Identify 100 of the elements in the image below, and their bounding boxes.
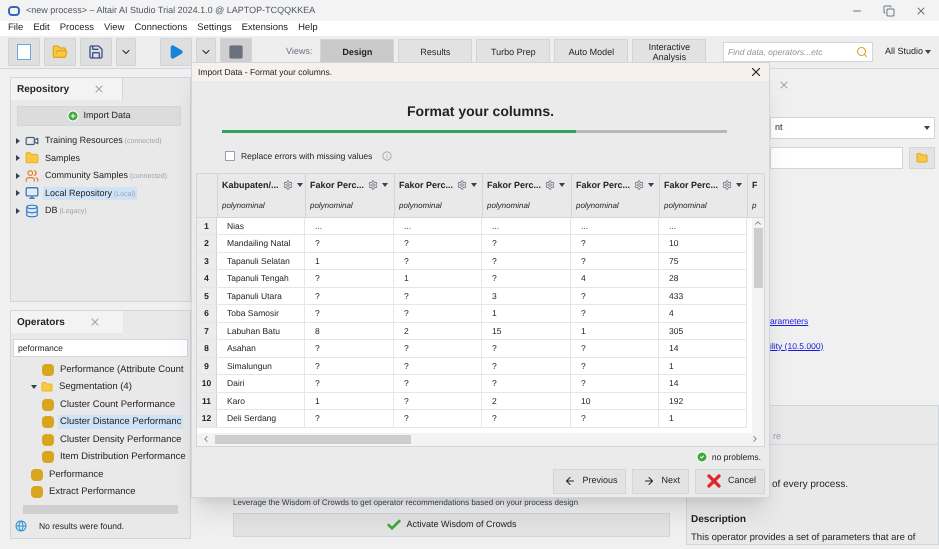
row-number: 3 [197, 252, 217, 270]
table-cell: 1 [659, 358, 747, 374]
gear-icon[interactable] [545, 180, 556, 190]
collapsed-arrow-icon[interactable] [15, 155, 21, 162]
table-cell: Tapanuli Utara [217, 288, 305, 304]
app-logo-icon [8, 6, 20, 16]
row-number: 2 [197, 235, 217, 252]
menu-item[interactable]: Help [298, 21, 318, 36]
menu-item[interactable]: File [8, 21, 24, 36]
column-header[interactable]: Fakor Perc... polynominal [571, 174, 659, 217]
tree-item[interactable]: Segmentation (4) [57, 380, 134, 394]
scope-dropdown[interactable]: All Studio [884, 45, 931, 59]
monitor-icon [25, 186, 39, 200]
status-text: no problems. [712, 450, 761, 464]
table-cell: ? [305, 288, 394, 304]
save-button[interactable] [80, 38, 112, 66]
expanded-arrow-icon[interactable] [31, 384, 37, 390]
table-cell: ? [571, 375, 659, 392]
gear-icon[interactable] [634, 180, 644, 190]
table-cell: 28 [659, 270, 747, 287]
table-cell: ... [305, 218, 394, 234]
cancel-button[interactable]: Cancel [694, 468, 765, 494]
table-cell: 1 [305, 392, 394, 410]
table-cell: ? [571, 235, 659, 252]
table-cell: Asahan [217, 340, 305, 357]
scroll-thumb[interactable] [754, 228, 762, 288]
menu-item[interactable]: View [104, 21, 124, 36]
import-data-button[interactable]: Import Data [17, 106, 181, 126]
description-text: This operator provides a set of parameters that are of [690, 530, 916, 544]
caret-icon[interactable] [648, 182, 654, 188]
activate-wisdom-button[interactable]: Activate Wisdom of Crowds [233, 513, 670, 537]
collapsed-arrow-icon[interactable] [15, 190, 21, 196]
column-type: polynominal [310, 200, 354, 212]
checkbox[interactable] [225, 151, 235, 162]
tree-item[interactable]: Performance (Attribute Count [58, 362, 186, 377]
caret-icon[interactable] [296, 182, 303, 188]
tree-item[interactable]: Cluster Distance Performanc [58, 415, 184, 430]
link[interactable]: arameters [770, 315, 935, 328]
tree-item[interactable]: Cluster Count Performance [58, 398, 178, 412]
checkbox-label: Replace errors with missing values [241, 150, 372, 163]
gear-icon[interactable] [722, 180, 732, 190]
previous-button[interactable]: Previous [553, 468, 626, 494]
row-number: 12 [197, 410, 217, 427]
panel-title: Repository [17, 82, 70, 96]
tree-item[interactable]: Cluster Density Performance [58, 432, 184, 447]
caret-icon[interactable] [736, 182, 742, 188]
tree-item[interactable]: Extract Performance [47, 485, 138, 500]
collapsed-arrow-icon[interactable] [15, 172, 21, 179]
table-cell: ? [571, 252, 659, 270]
column-header[interactable]: Fakor Perc... polynominal [659, 174, 747, 217]
menu-item[interactable]: Settings [197, 21, 232, 36]
table-cell: 4 [571, 270, 659, 287]
table-cell: ? [482, 358, 571, 374]
column-header[interactable]: Fakor Perc... polynominal [394, 174, 482, 217]
gear-icon[interactable] [282, 180, 293, 190]
tree-item[interactable]: Item Distribution Performance [58, 450, 188, 464]
scroll-thumb[interactable] [215, 434, 411, 444]
new-process-button[interactable] [8, 38, 40, 66]
panel-tab[interactable]: Operators [11, 311, 123, 333]
table-cell: ? [394, 410, 482, 427]
menu-item[interactable]: Connections [134, 21, 188, 36]
column-header[interactable]: F p [747, 174, 757, 217]
caret-icon[interactable] [471, 182, 478, 188]
next-button[interactable]: Next [632, 468, 689, 494]
file-field[interactable] [770, 147, 903, 169]
gear-icon[interactable] [457, 180, 468, 190]
collapsed-arrow-icon[interactable] [15, 138, 21, 144]
vertical-scrollbar[interactable] [752, 218, 764, 433]
horizontal-scrollbar[interactable] [197, 432, 764, 446]
horizontal-scrollbar[interactable] [23, 505, 178, 514]
column-header[interactable]: Kabupaten/... polynominal [217, 174, 305, 217]
caret-icon[interactable] [382, 182, 388, 188]
operator-search-field[interactable]: peformance [13, 339, 188, 357]
caret-icon[interactable] [925, 49, 931, 55]
restore-icon[interactable] [883, 4, 895, 16]
collapsed-arrow-icon[interactable] [15, 208, 21, 214]
gear-icon[interactable] [368, 180, 378, 190]
table-cell: ? [571, 340, 659, 357]
caret-icon[interactable] [924, 125, 930, 131]
menu-item[interactable]: Process [60, 21, 94, 36]
table-cell: ... [482, 218, 571, 234]
column-type: polynominal [576, 200, 620, 212]
close-icon[interactable] [749, 65, 763, 79]
run-button[interactable] [160, 38, 192, 66]
search-field[interactable]: Find data, operators...etc [722, 42, 873, 62]
panel-tab[interactable]: Repository [11, 78, 123, 100]
repository-item[interactable]: Samples [43, 152, 82, 165]
link[interactable]: ility (10.5.000) [770, 340, 935, 352]
menu-item[interactable]: Edit [33, 21, 50, 36]
views-label: Views: [286, 45, 312, 58]
table-cell: ? [571, 305, 659, 322]
menu-item[interactable]: Extensions [242, 21, 288, 36]
tree-item[interactable]: Performance [47, 468, 106, 482]
dropdown-field[interactable]: nt [770, 117, 935, 139]
search-input[interactable]: Find data, operators...etc [728, 46, 856, 58]
column-header[interactable]: Fakor Perc... polynominal [305, 174, 394, 217]
column-header[interactable]: Fakor Perc... polynominal [482, 174, 571, 217]
caret-icon[interactable] [559, 182, 566, 188]
folder-icon [41, 381, 53, 394]
info-icon[interactable] [382, 151, 392, 162]
